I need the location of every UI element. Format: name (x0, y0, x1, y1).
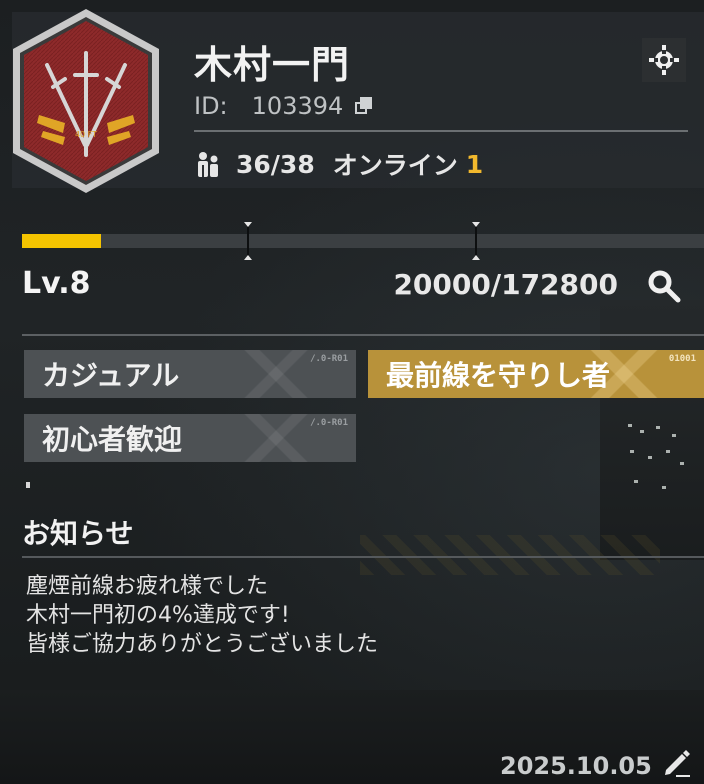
clan-xp: 20000/172800 (393, 268, 618, 301)
clan-name: 木村一門 (194, 43, 351, 87)
notice-line: 塵煙前線お疲れ様でした (26, 574, 269, 599)
crosshair-icon (649, 45, 679, 75)
online-count: 1 (465, 149, 484, 179)
tag-label: カジュアル (42, 359, 180, 392)
members-icon (198, 152, 218, 177)
tag-frontline-guardian[interactable]: 01001 最前線を守りし者 (368, 350, 704, 398)
notice-title: お知らせ (22, 517, 134, 550)
tag-label: 最前線を守りし者 (386, 359, 611, 392)
background-lights (622, 420, 692, 530)
members-row: 36/38 オンライン 1 (194, 146, 483, 182)
milestone-marker (244, 222, 252, 260)
notice-body: 塵煙前線お疲れ様でした 木村一門初の4%達成です! 皆様ご協力ありがとうございま… (26, 572, 378, 659)
tag-code: /.0-R01 (310, 354, 348, 364)
tag-casual[interactable]: /.0-R01 カジュアル (24, 350, 356, 398)
separator-dot (26, 482, 30, 488)
emblem-text: 40 FT (75, 130, 97, 139)
header-divider (194, 130, 688, 132)
id-value: 103394 (251, 92, 344, 120)
notice-line: 木村一門初の4%達成です! (26, 603, 290, 628)
search-button[interactable] (644, 266, 684, 306)
level-progress-bar (22, 222, 704, 260)
copy-icon[interactable] (355, 97, 373, 115)
member-count: 36/38 (236, 149, 315, 179)
tag-label: 初心者歓迎 (42, 423, 183, 456)
id-label: ID: (194, 92, 228, 120)
tag-beginners-welcome[interactable]: /.0-R01 初心者歓迎 (24, 414, 356, 462)
notice-divider (22, 556, 704, 558)
clan-level: Lv.8 (22, 266, 91, 301)
clan-id-row: ID: 103394 (194, 92, 373, 120)
milestone-marker (472, 222, 480, 260)
notice-date: 2025.10.05 (500, 752, 652, 780)
tag-code: /.0-R01 (310, 418, 348, 428)
target-button[interactable] (642, 38, 686, 82)
tag-code: 01001 (668, 354, 696, 364)
level-progress-fill (22, 234, 102, 248)
notice-line: 皆様ご協力ありがとうございました (26, 632, 379, 657)
section-divider (22, 334, 704, 336)
online-label: オンライン (332, 151, 458, 180)
background-hazard-stripes (360, 535, 660, 575)
clan-emblem[interactable]: 40 FT (5, 5, 167, 195)
pencil-icon (665, 750, 690, 777)
search-icon (648, 270, 681, 303)
edit-notice-button[interactable] (660, 746, 692, 778)
